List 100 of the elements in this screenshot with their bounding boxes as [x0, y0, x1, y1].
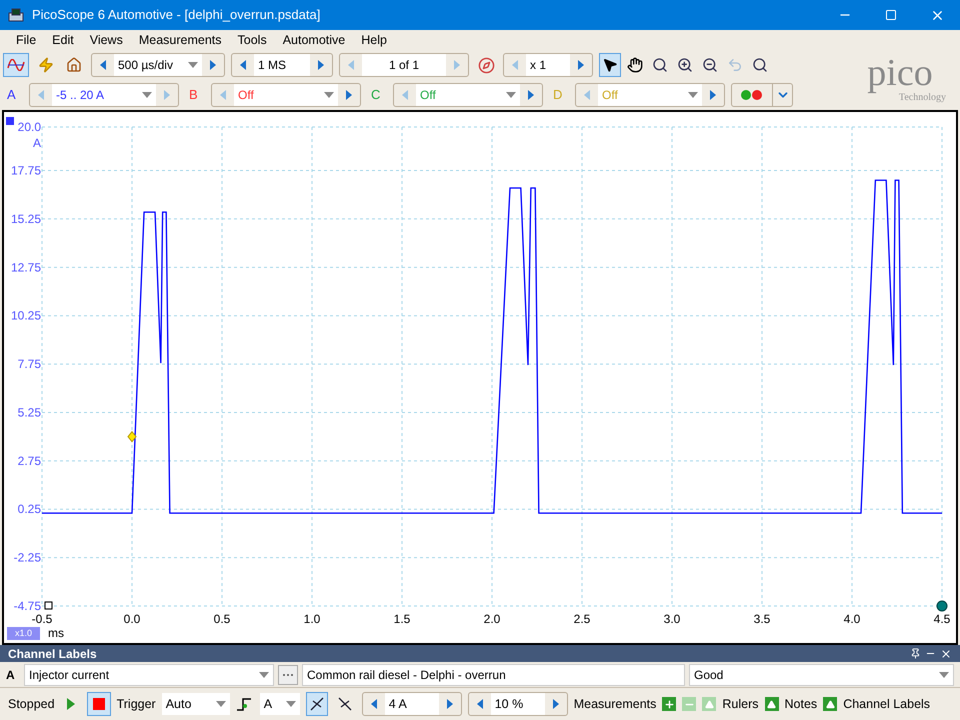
zoom-in-icon [677, 57, 693, 73]
ruler-handle-icon [936, 600, 948, 612]
y-tick-label: 2.75 [18, 454, 41, 468]
menu-item[interactable]: Measurements [138, 30, 222, 50]
quality-dropdown[interactable]: Good [689, 664, 954, 686]
label-dropdown[interactable]: Injector current [24, 664, 274, 686]
pointer-icon [602, 57, 618, 73]
window-title: PicoScope 6 Automotive - [delphi_overrun.psdata] [32, 6, 322, 24]
stop-icon [92, 698, 105, 710]
trigger-edge-icon[interactable] [236, 696, 254, 712]
undo-icon [727, 57, 743, 73]
caret-icon [142, 92, 152, 98]
y-tick-label: -4.75 [14, 599, 41, 613]
measurements-label: Measurements [574, 696, 656, 713]
caret-icon [286, 701, 296, 707]
stop-button[interactable] [86, 692, 111, 716]
pointer-tool-button[interactable] [599, 53, 621, 77]
channel-button[interactable]: A [3, 85, 25, 105]
x-tick-label: 4.5 [934, 612, 950, 626]
notes-button[interactable] [823, 697, 838, 711]
x-tick-label: 3.5 [754, 612, 770, 626]
right-arrow-icon [210, 60, 216, 70]
y-tick-label: -2.25 [14, 550, 41, 565]
x-tick-label: 1.5 [394, 612, 410, 626]
triangle-icon [704, 700, 714, 708]
notes-label: Notes [784, 696, 818, 713]
logo-tagline: Technology [898, 92, 947, 104]
y-tick-label: 10.25 [10, 308, 41, 323]
magnifier-icon [652, 57, 668, 73]
x-tick-label: 4.0 [844, 612, 860, 626]
caret-icon [188, 62, 198, 68]
channel-range-dropdown[interactable]: -5 .. 20 A [52, 84, 156, 106]
x-tick-label: -0.5 [32, 612, 52, 626]
rising-edge-icon [310, 697, 324, 711]
left-arrow-icon [584, 90, 590, 100]
trigger-mode-dropdown[interactable]: Auto [162, 693, 230, 715]
trigger-marker-icon [127, 430, 137, 442]
plus-icon [664, 698, 675, 710]
rulers-button[interactable] [764, 697, 779, 711]
x-unit-label: ms [48, 625, 64, 642]
channel-marker-icon [6, 117, 14, 125]
x-tick-label: 0.0 [124, 612, 140, 626]
zoom-fit-icon [752, 57, 768, 73]
scope-mode-button[interactable] [3, 53, 29, 77]
menu-item[interactable]: File [16, 30, 36, 50]
caret-icon [216, 701, 226, 707]
panel-title: Channel Labels [8, 646, 98, 662]
trigger-channel-dropdown[interactable]: A [260, 693, 300, 715]
right-arrow-icon [528, 90, 534, 100]
left-arrow-icon [100, 60, 106, 70]
caret-icon [259, 672, 269, 678]
triangle-icon [826, 700, 835, 708]
right-arrow-icon [710, 90, 716, 100]
rising-edge-button[interactable] [306, 692, 328, 716]
play-icon [66, 698, 75, 710]
caret-icon [688, 92, 698, 98]
y-tick-label: 7.75 [18, 357, 41, 372]
left-arrow-icon [402, 90, 408, 100]
caret-icon [324, 92, 334, 98]
y-tick-label: 5.25 [18, 405, 41, 420]
right-arrow-icon [164, 90, 170, 100]
status-label: Stopped [8, 696, 55, 713]
rulers-label: Rulers [722, 696, 759, 713]
x-scale-badge: x1.0 [7, 626, 40, 640]
caret-icon [939, 672, 949, 678]
y-tick-label: 0.25 [18, 502, 41, 516]
more-button[interactable] [278, 664, 298, 684]
channel-range-dropdown[interactable]: Off [234, 84, 338, 106]
description-field[interactable]: Common rail diesel - Delphi - overrun [302, 664, 685, 686]
left-arrow-icon [220, 90, 226, 100]
y-tick-label: 12.75 [10, 260, 41, 274]
hand-icon [627, 57, 643, 73]
zoom-out-icon [702, 57, 718, 73]
falling-edge-icon [338, 697, 352, 711]
x-tick-label: 1.0 [304, 612, 320, 626]
app-icon [8, 8, 24, 22]
channel-letter: A [6, 666, 16, 684]
left-arrow-icon [38, 90, 44, 100]
x-tick-label: 3.0 [664, 612, 680, 626]
channel-labels-label: Channel Labels [843, 696, 930, 713]
channel-dots-icon [741, 90, 763, 100]
maximize-icon [885, 9, 897, 21]
close-icon[interactable] [940, 648, 952, 660]
y-unit-label: A [32, 136, 41, 150]
menu-item[interactable]: Tools [238, 30, 267, 50]
x-tick-label: 2.0 [484, 612, 500, 626]
y-tick-label: 15.25 [10, 212, 41, 226]
pin-icon[interactable] [910, 648, 921, 659]
timebase-dropdown[interactable]: 500 µs/div [114, 54, 202, 76]
y-tick-label: 17.75 [10, 164, 41, 178]
add-measurement-button[interactable] [662, 697, 676, 711]
ruler-handle-icon [44, 602, 52, 610]
trigger-label: Trigger [116, 696, 156, 713]
menu-item[interactable]: Help [361, 30, 387, 50]
menu-item[interactable]: Views [90, 30, 123, 50]
y-tick-label: 20.0 [18, 120, 41, 134]
menu-item[interactable]: Edit [52, 30, 74, 50]
menu-item[interactable]: Automotive [282, 30, 346, 50]
triangle-icon [767, 700, 776, 708]
caret-icon [506, 92, 516, 98]
